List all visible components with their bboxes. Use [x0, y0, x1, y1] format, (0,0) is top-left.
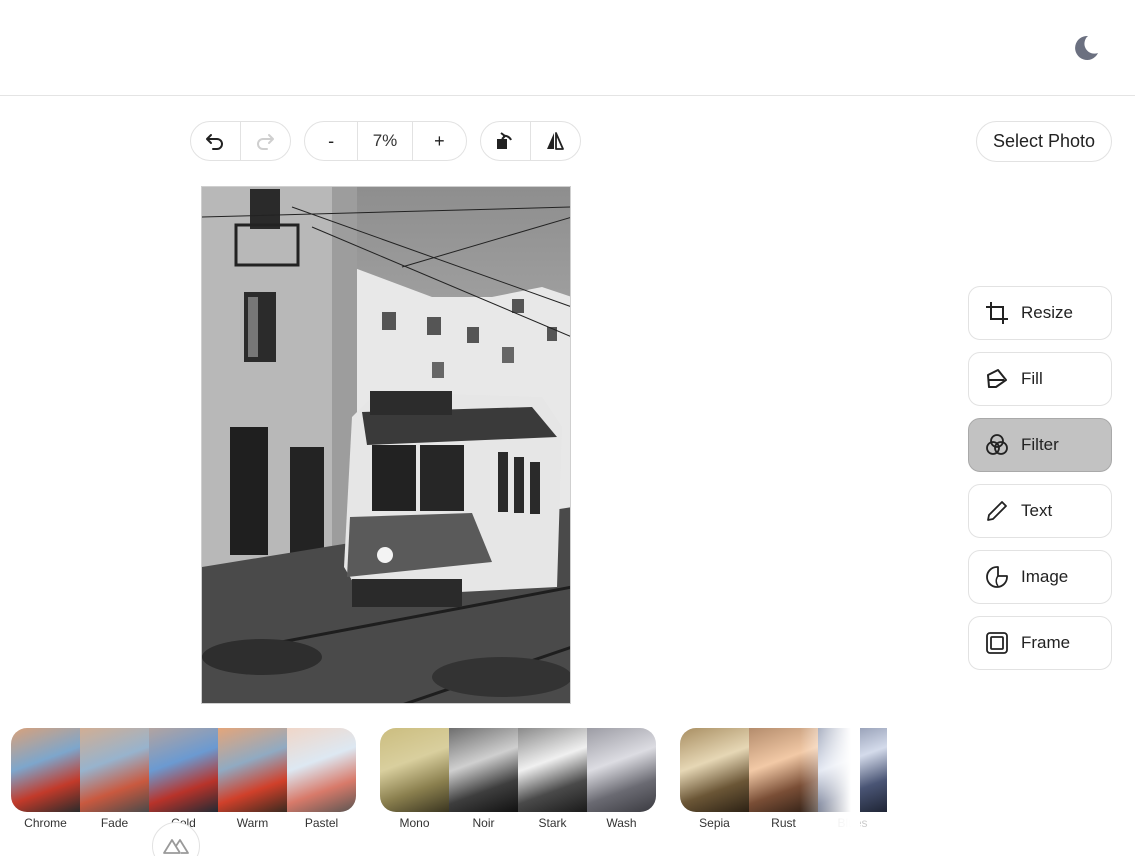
filter-label: Rust: [771, 816, 796, 830]
filter-wash[interactable]: [587, 728, 656, 812]
tool-label: Filter: [1021, 435, 1059, 454]
moon-icon: [1075, 35, 1098, 60]
rotate-button[interactable]: [481, 122, 531, 160]
filter-label: Noir: [472, 816, 495, 830]
filter-stark[interactable]: [518, 728, 587, 812]
nuxt-logo-icon: [163, 839, 189, 854]
tool-label: Fill: [1021, 369, 1043, 388]
filter-group-color: [11, 728, 356, 812]
undo-icon: [206, 134, 224, 150]
filter-label: Warm: [236, 816, 269, 830]
filter-sepia[interactable]: [680, 728, 749, 812]
sticker-icon: [983, 563, 1011, 591]
tools-panel: Resize Fill Filter Text Image Frame: [968, 286, 1112, 682]
theme-toggle-button[interactable]: [1068, 30, 1104, 66]
filter-mono[interactable]: [380, 728, 449, 812]
filter-fade[interactable]: [80, 728, 149, 812]
photo-canvas[interactable]: [201, 186, 571, 704]
undo-button[interactable]: [191, 122, 241, 160]
filter-group-mono: [380, 728, 656, 812]
zoom-in-button[interactable]: +: [413, 122, 466, 160]
filter-label: Stark: [538, 816, 567, 830]
transform-controls: [480, 121, 581, 161]
zoom-out-button[interactable]: -: [305, 122, 359, 160]
crop-icon: [983, 299, 1011, 327]
filter-label: Chrome: [24, 816, 67, 830]
select-photo-button[interactable]: Select Photo: [976, 121, 1112, 162]
tool-image[interactable]: Image: [968, 550, 1112, 604]
redo-button[interactable]: [241, 122, 291, 160]
filter-cold[interactable]: [149, 728, 218, 812]
filter-chrome[interactable]: [11, 728, 80, 812]
zoom-level: 7%: [358, 122, 413, 160]
filter-group-tone: [680, 728, 887, 812]
tool-resize[interactable]: Resize: [968, 286, 1112, 340]
history-controls: [190, 121, 291, 161]
tool-filter[interactable]: Filter: [968, 418, 1112, 472]
filter-pastel[interactable]: [287, 728, 356, 812]
filter-circles-icon: [983, 431, 1011, 459]
filter-label: Wash: [606, 816, 637, 830]
pencil-icon: [983, 497, 1011, 525]
filter-warm[interactable]: [218, 728, 287, 812]
filter-blues[interactable]: [818, 728, 887, 812]
tram-photo: [202, 187, 570, 703]
tool-label: Image: [1021, 567, 1069, 586]
filter-label: Pastel: [304, 816, 339, 830]
tool-text[interactable]: Text: [968, 484, 1112, 538]
tool-frame[interactable]: Frame: [968, 616, 1112, 670]
zoom-controls: - 7% +: [304, 121, 467, 161]
filter-noir[interactable]: [449, 728, 518, 812]
fill-bucket-icon: [983, 365, 1011, 393]
top-bar: [0, 0, 1135, 96]
filter-label: Mono: [399, 816, 430, 830]
frame-icon: [983, 629, 1011, 657]
tool-label: Text: [1021, 501, 1053, 520]
filter-label: Blues: [837, 816, 868, 830]
flip-horizontal-icon: [547, 132, 565, 150]
filter-label: Sepia: [699, 816, 730, 830]
redo-icon: [257, 134, 275, 150]
tool-fill[interactable]: Fill: [968, 352, 1112, 406]
filter-rust[interactable]: [749, 728, 818, 812]
filter-label: Fade: [100, 816, 129, 830]
rotate-icon: [497, 132, 513, 149]
flip-button[interactable]: [531, 122, 581, 160]
tool-label: Frame: [1021, 633, 1071, 652]
tool-label: Resize: [1021, 303, 1073, 322]
